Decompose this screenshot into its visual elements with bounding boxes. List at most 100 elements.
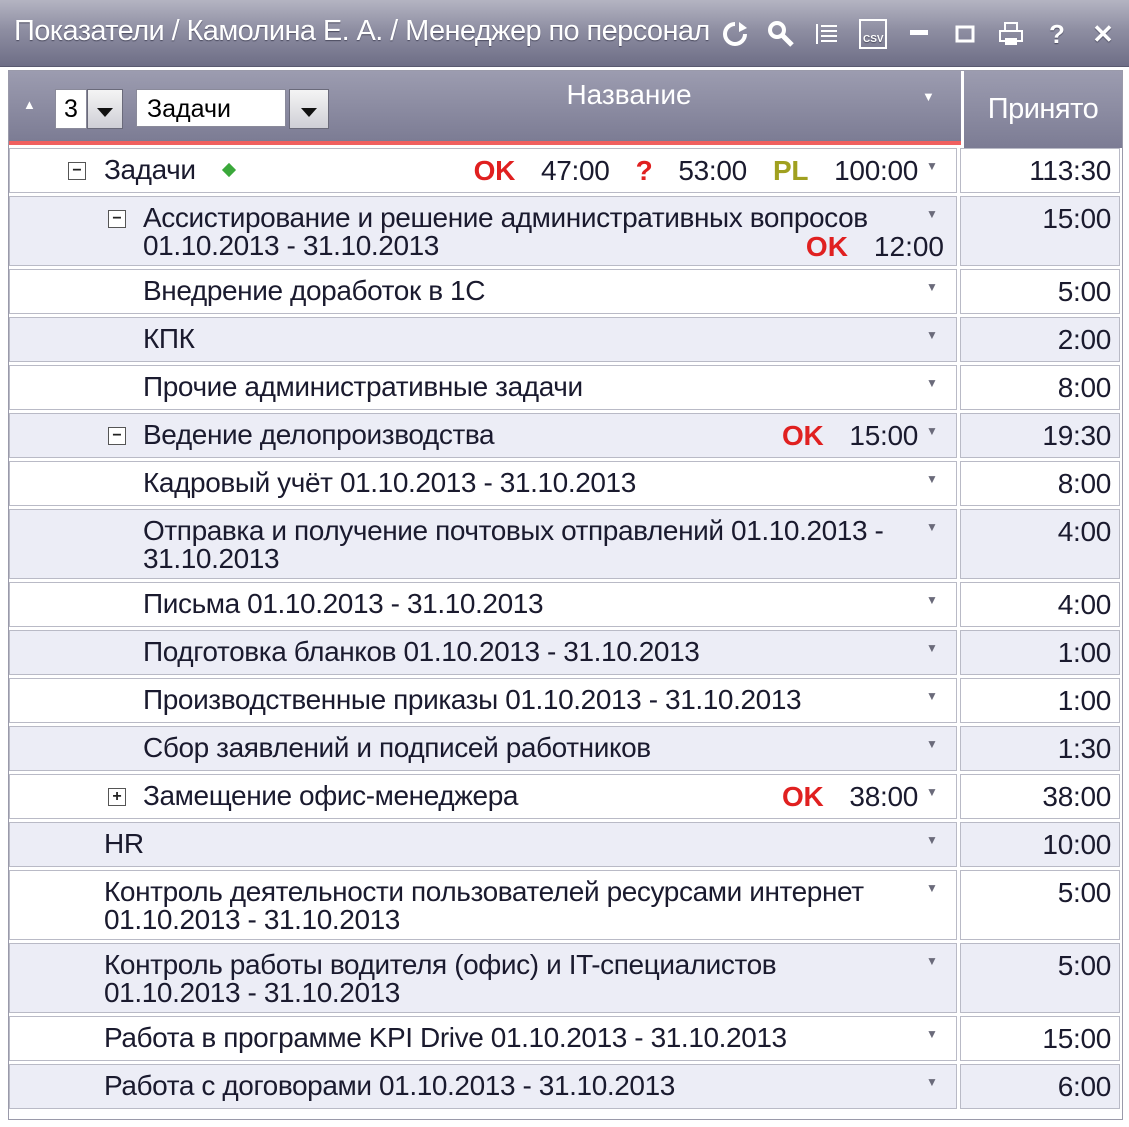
row-menu-icon[interactable]: ▼ — [926, 207, 938, 221]
row-menu-icon[interactable]: ▼ — [926, 689, 938, 703]
collapse-icon[interactable]: − — [108, 427, 126, 445]
accepted-cell[interactable]: 113:30 — [960, 148, 1120, 193]
accepted-cell[interactable]: 1:30 — [960, 726, 1120, 771]
row-menu-icon[interactable]: ▼ — [926, 881, 938, 895]
name-cell[interactable]: Кадровый учёт 01.10.2013 - 31.10.2013 ▼ — [9, 461, 957, 506]
accepted-cell[interactable]: 6:00 — [960, 1064, 1120, 1109]
expand-icon[interactable]: + — [108, 788, 126, 806]
row-menu-icon[interactable]: ▼ — [926, 159, 938, 173]
type-select-value[interactable]: Задачи — [136, 89, 286, 127]
table-row[interactable]: Прочие административные задачи ▼ 8:00 — [9, 365, 1122, 413]
row-menu-icon[interactable]: ▼ — [926, 593, 938, 607]
table-row[interactable]: HR ▼ 10:00 — [9, 822, 1122, 870]
column-menu-icon[interactable]: ▼ — [922, 89, 935, 104]
name-cell[interactable]: + Замещение офис-менеджера OK 38:00 ▼ — [9, 774, 957, 819]
accepted-cell[interactable]: 5:00 — [960, 269, 1120, 314]
table-row[interactable]: Работа в программе KPI Drive 01.10.2013 … — [9, 1016, 1122, 1064]
accepted-cell[interactable]: 5:00 — [960, 943, 1120, 1013]
accepted-value: 15:00 — [1042, 203, 1111, 234]
name-cell[interactable]: HR ▼ — [9, 822, 957, 867]
sort-up-icon[interactable]: ▲ — [23, 97, 36, 112]
accepted-cell[interactable]: 2:00 — [960, 317, 1120, 362]
table-row[interactable]: − Задачи OK 47:00? 53:00 PL 100:00 ▼ 113:30 — [9, 148, 1122, 196]
type-dropdown-button[interactable] — [289, 89, 329, 129]
table-row[interactable]: Письма 01.10.2013 - 31.10.2013 ▼ 4:00 — [9, 582, 1122, 630]
accepted-cell[interactable]: 1:00 — [960, 678, 1120, 723]
refresh-icon[interactable] — [712, 14, 758, 54]
name-cell[interactable]: КПК ▼ — [9, 317, 957, 362]
row-menu-icon[interactable]: ▼ — [926, 1075, 938, 1089]
row-menu-icon[interactable]: ▼ — [926, 328, 938, 342]
minimize-icon[interactable] — [896, 14, 942, 54]
accepted-value: 19:30 — [1042, 420, 1111, 451]
name-cell[interactable]: Подготовка бланков 01.10.2013 - 31.10.20… — [9, 630, 957, 675]
row-label: Письма 01.10.2013 - 31.10.2013 — [143, 588, 544, 619]
accepted-cell[interactable]: 4:00 — [960, 509, 1120, 579]
row-menu-icon[interactable]: ▼ — [926, 376, 938, 390]
table-row[interactable]: Кадровый учёт 01.10.2013 - 31.10.2013 ▼ 8:… — [9, 461, 1122, 509]
table-row[interactable]: + Замещение офис-менеджера OK 38:00 ▼ 38:00 — [9, 774, 1122, 822]
name-cell[interactable]: Работа с договорами 01.10.2013 - 31.10.2… — [9, 1064, 957, 1109]
collapse-icon[interactable]: − — [108, 210, 126, 228]
accepted-cell[interactable]: 10:00 — [960, 822, 1120, 867]
name-cell[interactable]: Производственные приказы 01.10.2013 - 31… — [9, 678, 957, 723]
row-menu-icon[interactable]: ▼ — [926, 520, 938, 534]
row-menu-icon[interactable]: ▼ — [926, 641, 938, 655]
accepted-cell[interactable]: 15:00 — [960, 1016, 1120, 1061]
name-cell[interactable]: Внедрение доработок в 1С ▼ — [9, 269, 957, 314]
name-cell[interactable]: Отправка и получение почтовых отправлени… — [9, 509, 957, 579]
name-cell[interactable]: Контроль работы водителя (офис) и IT-спе… — [9, 943, 957, 1013]
accepted-cell[interactable]: 19:30 — [960, 413, 1120, 458]
row-menu-icon[interactable]: ▼ — [926, 1027, 938, 1041]
print-icon[interactable] — [988, 14, 1034, 54]
row-menu-icon[interactable]: ▼ — [926, 737, 938, 751]
status-value: 12:00 — [873, 231, 944, 262]
list-icon[interactable] — [804, 14, 850, 54]
row-menu-icon[interactable]: ▼ — [926, 424, 938, 438]
csv-icon[interactable]: CSV — [850, 14, 896, 54]
table-row[interactable]: Внедрение доработок в 1С ▼ 5:00 — [9, 269, 1122, 317]
level-select-value[interactable]: 3 — [55, 89, 87, 129]
table-row[interactable]: − Ведение делопроизводства OK 15:00 ▼ 19:30 — [9, 413, 1122, 461]
row-menu-icon[interactable]: ▼ — [926, 472, 938, 486]
name-cell[interactable]: − Ассистирование и решение административн… — [9, 196, 957, 266]
table-row[interactable]: Отправка и получение почтовых отправлени… — [9, 509, 1122, 582]
table-row[interactable]: Контроль деятельности пользователей ресу… — [9, 870, 1122, 943]
row-menu-icon[interactable]: ▼ — [926, 954, 938, 968]
accepted-cell[interactable]: 4:00 — [960, 582, 1120, 627]
name-cell[interactable]: Прочие административные задачи ▼ — [9, 365, 957, 410]
column-header-accepted[interactable]: Принято — [964, 71, 1122, 148]
accepted-cell[interactable]: 5:00 — [960, 870, 1120, 940]
name-cell[interactable]: Письма 01.10.2013 - 31.10.2013 ▼ — [9, 582, 957, 627]
accepted-cell[interactable]: 1:00 — [960, 630, 1120, 675]
status-plan-badge: PL — [772, 155, 809, 186]
table-row[interactable]: Подготовка бланков 01.10.2013 - 31.10.20… — [9, 630, 1122, 678]
accepted-cell[interactable]: 15:00 — [960, 196, 1120, 266]
table-row[interactable]: Работа с договорами 01.10.2013 - 31.10.2… — [9, 1064, 1122, 1112]
row-menu-icon[interactable]: ▼ — [926, 785, 938, 799]
name-cell[interactable]: Работа в программе KPI Drive 01.10.2013 … — [9, 1016, 957, 1061]
level-dropdown-button[interactable] — [87, 89, 123, 129]
accepted-cell[interactable]: 8:00 — [960, 461, 1120, 506]
accepted-cell[interactable]: 8:00 — [960, 365, 1120, 410]
maximize-icon[interactable] — [942, 14, 988, 54]
row-menu-icon[interactable]: ▼ — [926, 833, 938, 847]
collapse-icon[interactable]: − — [68, 162, 86, 180]
search-icon[interactable] — [758, 14, 804, 54]
name-cell[interactable]: Контроль деятельности пользователей ресу… — [9, 870, 957, 940]
name-cell[interactable]: − Ведение делопроизводства OK 15:00 ▼ — [9, 413, 957, 458]
close-icon[interactable]: ✕ — [1080, 14, 1126, 54]
accepted-cell[interactable]: 38:00 — [960, 774, 1120, 819]
name-cell[interactable]: − Задачи OK 47:00? 53:00 PL 100:00 ▼ — [9, 148, 957, 193]
row-label-line2: 01.10.2013 - 31.10.2013 — [143, 230, 439, 261]
name-cell[interactable]: Сбор заявлений и подписей работников ▼ — [9, 726, 957, 771]
table-row[interactable]: − Ассистирование и решение административн… — [9, 196, 1122, 269]
add-icon[interactable] — [221, 162, 237, 178]
table-row[interactable]: Контроль работы водителя (офис) и IT-спе… — [9, 943, 1122, 1016]
table-row[interactable]: КПК ▼ 2:00 — [9, 317, 1122, 365]
table-row[interactable]: Производственные приказы 01.10.2013 - 31… — [9, 678, 1122, 726]
help-icon[interactable]: ? — [1034, 14, 1080, 54]
row-menu-icon[interactable]: ▼ — [926, 280, 938, 294]
table-row[interactable]: Сбор заявлений и подписей работников ▼ 1:3… — [9, 726, 1122, 774]
column-header-name[interactable]: Название — [529, 79, 729, 111]
